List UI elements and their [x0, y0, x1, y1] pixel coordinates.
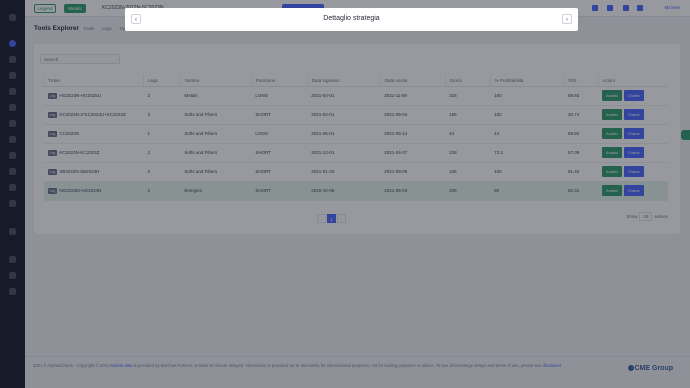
modal-backdrop[interactable] [0, 0, 690, 388]
modal-title: Dettaglio strategia [323, 15, 380, 22]
modal-next-button[interactable]: › [562, 14, 572, 24]
strategy-detail-modal: ‹ Dettaglio strategia › [125, 8, 578, 31]
